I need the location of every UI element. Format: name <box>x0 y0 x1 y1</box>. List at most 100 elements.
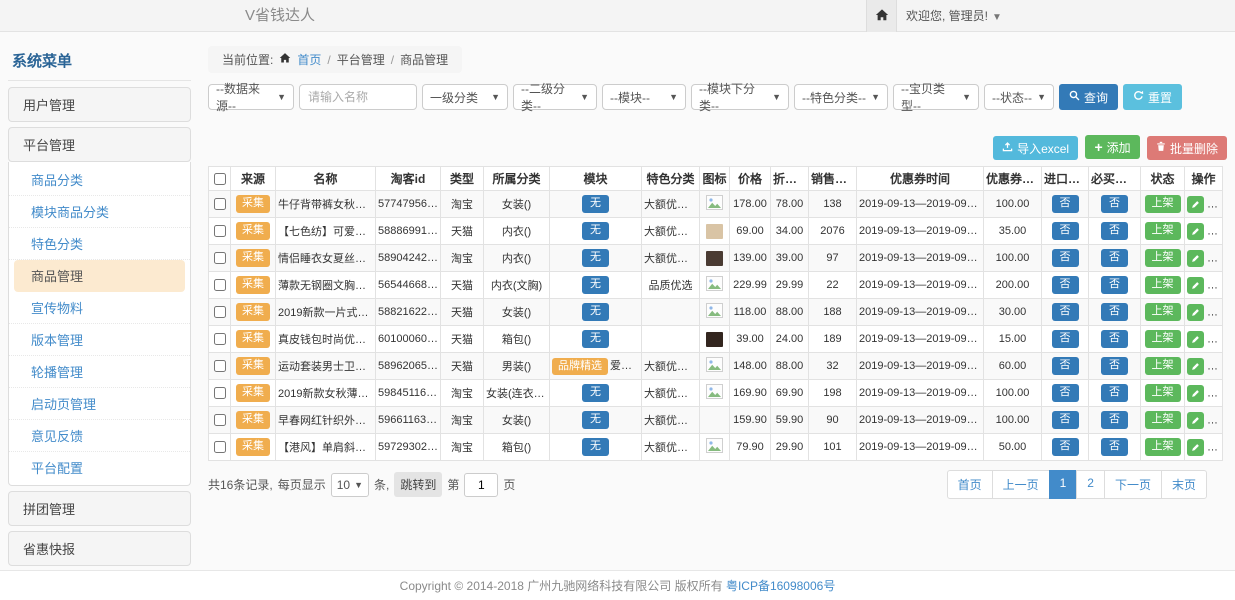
edit-button[interactable] <box>1187 358 1204 375</box>
upload-icon <box>1002 141 1013 155</box>
must-buy-toggle[interactable]: 否 <box>1101 195 1128 212</box>
add-button[interactable]: + 添加 <box>1085 135 1139 159</box>
name-search-input[interactable] <box>299 84 417 110</box>
must-buy-toggle[interactable]: 否 <box>1101 438 1128 455</box>
filter-select---状态--[interactable]: --状态--▼ <box>984 84 1054 110</box>
row-checkbox[interactable] <box>214 252 226 264</box>
import-select-toggle[interactable]: 否 <box>1052 384 1079 401</box>
row-checkbox[interactable] <box>214 360 226 372</box>
edit-button[interactable] <box>1187 223 1204 240</box>
page-button-末页[interactable]: 末页 <box>1161 470 1207 499</box>
breadcrumb-home-link[interactable]: 首页 <box>297 51 321 68</box>
must-buy-toggle[interactable]: 否 <box>1101 384 1128 401</box>
user-menu[interactable]: 欢迎您, 管理员!▼ <box>906 0 1002 34</box>
edit-button[interactable] <box>1187 196 1204 213</box>
edit-button[interactable] <box>1187 412 1204 429</box>
import-select-toggle[interactable]: 否 <box>1052 330 1079 347</box>
sidebar-group-拼团管理[interactable]: 拼团管理 <box>8 491 191 526</box>
sidebar-item-商品分类[interactable]: 商品分类 <box>9 164 190 196</box>
filter-select-一级分类[interactable]: 一级分类▼ <box>422 84 508 110</box>
filter-select---模块--[interactable]: --模块--▼ <box>602 84 686 110</box>
status-toggle[interactable]: 上架 <box>1145 195 1181 212</box>
page-button-1[interactable]: 1 <box>1049 470 1078 499</box>
edit-button[interactable] <box>1187 331 1204 348</box>
import-select-toggle[interactable]: 否 <box>1052 195 1079 212</box>
page-button-2[interactable]: 2 <box>1076 470 1105 499</box>
page-button-下一页[interactable]: 下一页 <box>1104 470 1162 499</box>
sidebar-item-版本管理[interactable]: 版本管理 <box>9 324 190 356</box>
row-checkbox[interactable] <box>214 225 226 237</box>
import-select-toggle[interactable]: 否 <box>1052 303 1079 320</box>
sidebar-item-商品管理[interactable]: 商品管理 <box>14 260 185 292</box>
import-select-toggle[interactable]: 否 <box>1052 276 1079 293</box>
must-buy-toggle[interactable]: 否 <box>1101 249 1128 266</box>
data-source-select[interactable]: --数据来源-- ▼ <box>208 84 294 110</box>
status-toggle[interactable]: 上架 <box>1145 384 1181 401</box>
select-all-checkbox[interactable] <box>214 173 226 185</box>
row-checkbox[interactable] <box>214 441 226 453</box>
column-header-进口优选: 进口优选 <box>1042 167 1089 191</box>
must-buy-toggle[interactable]: 否 <box>1101 222 1128 239</box>
batch-delete-button[interactable]: 批量删除 <box>1147 136 1227 160</box>
must-buy-toggle[interactable]: 否 <box>1101 276 1128 293</box>
filter-select---宝贝类型--[interactable]: --宝贝类型--▼ <box>893 84 979 110</box>
sidebar-item-宣传物料[interactable]: 宣传物料 <box>9 292 190 324</box>
select-value: 一级分类 <box>430 89 478 106</box>
must-buy-toggle[interactable]: 否 <box>1101 357 1128 374</box>
edit-button[interactable] <box>1187 277 1204 294</box>
page-size-select[interactable]: 10 ▼ <box>331 473 369 497</box>
import-select-toggle[interactable]: 否 <box>1052 411 1079 428</box>
row-checkbox[interactable] <box>214 387 226 399</box>
status-toggle[interactable]: 上架 <box>1145 438 1181 455</box>
import-select-toggle[interactable]: 否 <box>1052 222 1079 239</box>
filter-select---二级分类--[interactable]: --二级分类--▼ <box>513 84 597 110</box>
status-toggle[interactable]: 上架 <box>1145 330 1181 347</box>
filter-select---特色分类--[interactable]: --特色分类--▼ <box>794 84 888 110</box>
row-checkbox[interactable] <box>214 198 226 210</box>
sidebar-group-用户管理[interactable]: 用户管理 <box>8 87 191 122</box>
status-toggle[interactable]: 上架 <box>1145 357 1181 374</box>
status-toggle[interactable]: 上架 <box>1145 249 1181 266</box>
import-select-toggle[interactable]: 否 <box>1052 249 1079 266</box>
edit-button[interactable] <box>1187 385 1204 402</box>
row-checkbox[interactable] <box>214 333 226 345</box>
import-select-toggle[interactable]: 否 <box>1052 438 1079 455</box>
page-number-input[interactable] <box>464 473 498 497</box>
sidebar-item-模块商品分类[interactable]: 模块商品分类 <box>9 196 190 228</box>
sidebar-group-省惠快报[interactable]: 省惠快报 <box>8 531 191 566</box>
home-button[interactable] <box>866 0 897 32</box>
status-toggle[interactable]: 上架 <box>1145 222 1181 239</box>
jump-button[interactable]: 跳转到 <box>394 472 442 497</box>
import-select-toggle[interactable]: 否 <box>1052 357 1079 374</box>
filter-select---模块下分类--[interactable]: --模块下分类--▼ <box>691 84 789 110</box>
sidebar-item-意见反馈[interactable]: 意见反馈 <box>9 420 190 452</box>
sidebar-item-特色分类[interactable]: 特色分类 <box>9 228 190 260</box>
sidebar-group-平台管理[interactable]: 平台管理 <box>8 127 191 162</box>
table-row: 采集【七色纺】可爱纯棉家...588869917501天猫内衣()无大额优惠券6… <box>209 218 1223 245</box>
status-toggle[interactable]: 上架 <box>1145 303 1181 320</box>
reset-button[interactable]: 重置 <box>1123 84 1182 110</box>
row-checkbox[interactable] <box>214 306 226 318</box>
edit-button[interactable] <box>1187 439 1204 456</box>
pencil-icon <box>1191 278 1200 293</box>
sidebar-item-平台配置[interactable]: 平台配置 <box>9 452 190 483</box>
sidebar-item-启动页管理[interactable]: 启动页管理 <box>9 388 190 420</box>
edit-button[interactable] <box>1187 250 1204 267</box>
column-header-模块: 模块 <box>550 167 642 191</box>
page-button-上一页[interactable]: 上一页 <box>992 470 1050 499</box>
product-category: 女装(连衣裙) <box>484 380 550 407</box>
page-button-首页[interactable]: 首页 <box>947 470 993 499</box>
search-button[interactable]: 查询 <box>1059 84 1118 110</box>
sales-count: 22 <box>809 272 857 299</box>
must-buy-toggle[interactable]: 否 <box>1101 303 1128 320</box>
icp-link[interactable]: 粤ICP备16098006号 <box>726 579 835 593</box>
status-toggle[interactable]: 上架 <box>1145 411 1181 428</box>
edit-button[interactable] <box>1187 304 1204 321</box>
row-checkbox[interactable] <box>214 414 226 426</box>
import-excel-button[interactable]: 导入excel <box>993 136 1078 160</box>
must-buy-toggle[interactable]: 否 <box>1101 411 1128 428</box>
sidebar-item-轮播管理[interactable]: 轮播管理 <box>9 356 190 388</box>
row-checkbox[interactable] <box>214 279 226 291</box>
status-toggle[interactable]: 上架 <box>1145 276 1181 293</box>
must-buy-toggle[interactable]: 否 <box>1101 330 1128 347</box>
